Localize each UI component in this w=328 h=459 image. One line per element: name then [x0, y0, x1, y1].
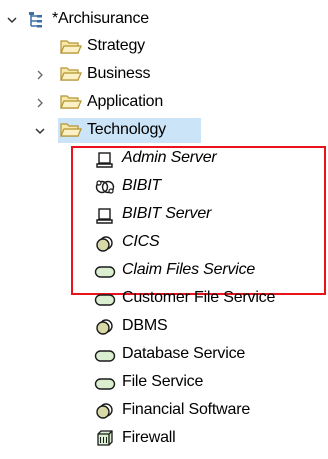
chevron-down-icon[interactable]	[5, 13, 19, 27]
tree-item-database-service[interactable]: Database Service	[122, 343, 245, 365]
chevron-right-icon[interactable]	[33, 96, 47, 110]
device-icon	[94, 428, 116, 448]
folder-icon	[60, 92, 82, 112]
tree-item-business[interactable]: Business	[87, 63, 151, 85]
tree-item-bibit-server[interactable]: BIBIT Server	[122, 203, 211, 225]
folder-icon	[60, 64, 82, 84]
tree-item-financial-software[interactable]: Financial Software	[122, 399, 250, 421]
tree-root-label[interactable]: *Archisurance	[52, 8, 149, 30]
tree-item-technology[interactable]: Technology	[87, 119, 166, 141]
tree-item-bibit[interactable]: BIBIT	[122, 175, 161, 197]
technology-service-icon	[94, 262, 116, 282]
tree-item-admin-server[interactable]: Admin Server	[122, 147, 217, 169]
tree-item-cics[interactable]: CICS	[122, 231, 160, 253]
model-tree: *Archisurance Strategy Business Applicat…	[0, 0, 328, 459]
tree-item-file-service[interactable]: File Service	[122, 371, 203, 393]
tree-item-application[interactable]: Application	[87, 91, 163, 113]
folder-icon	[60, 120, 82, 140]
tree-item-firewall[interactable]: Firewall	[122, 427, 176, 449]
technology-service-icon	[94, 290, 116, 310]
technology-collaboration-icon	[94, 177, 116, 197]
chevron-right-icon[interactable]	[33, 68, 47, 82]
chevron-down-icon[interactable]	[33, 124, 47, 138]
folder-icon	[60, 37, 82, 57]
technology-service-icon	[94, 374, 116, 394]
system-software-icon	[94, 234, 116, 254]
model-tree-icon	[25, 10, 47, 30]
node-icon	[94, 206, 116, 226]
tree-item-dbms[interactable]: DBMS	[122, 315, 168, 337]
node-icon	[94, 150, 116, 170]
system-software-icon	[94, 317, 116, 337]
system-software-icon	[94, 401, 116, 421]
tree-item-strategy[interactable]: Strategy	[87, 35, 145, 57]
tree-item-claim-files-service[interactable]: Claim Files Service	[122, 259, 255, 281]
technology-service-icon	[94, 346, 116, 366]
tree-item-customer-file-service[interactable]: Customer File Service	[122, 287, 275, 309]
